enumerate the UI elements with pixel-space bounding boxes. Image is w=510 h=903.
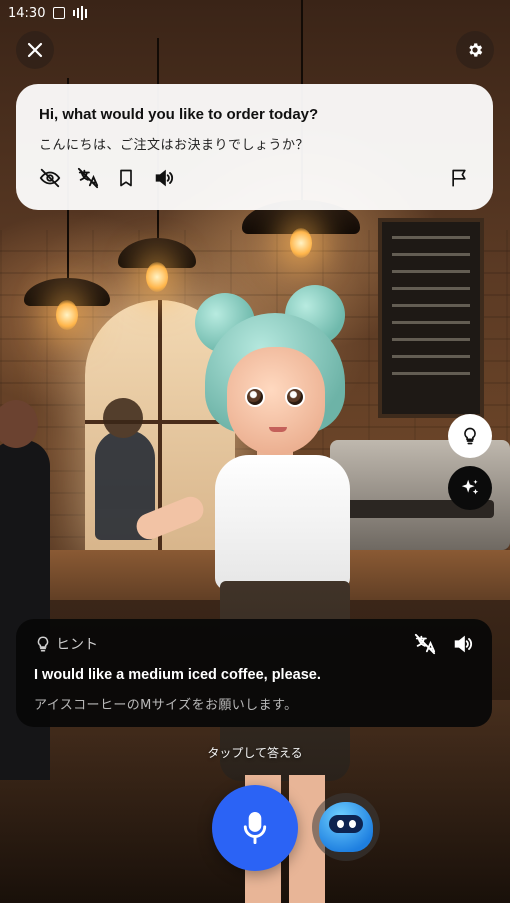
- report-button[interactable]: [447, 166, 471, 190]
- status-bar: 14:30: [0, 0, 510, 26]
- speaker-icon: [155, 169, 174, 187]
- question-english: Hi, what would you like to order today?: [39, 106, 319, 123]
- hint-label: ヒント: [56, 637, 98, 653]
- mic-button[interactable]: [212, 785, 298, 871]
- speaker-icon: [454, 635, 473, 653]
- translate-off-icon: [77, 167, 99, 189]
- signal-icon: [73, 6, 88, 20]
- status-time: 14:30: [8, 5, 46, 21]
- lightbulb-icon: [37, 636, 49, 652]
- mascot-icon: [319, 802, 373, 852]
- close-icon: [27, 42, 43, 58]
- mascot-button[interactable]: [312, 793, 380, 861]
- question-toolbar: [38, 166, 471, 190]
- play-audio-button[interactable]: [152, 166, 176, 190]
- hint-button[interactable]: [448, 414, 492, 458]
- bookmark-icon: [120, 169, 132, 187]
- bookmark-button[interactable]: [114, 166, 138, 190]
- hint-card: ヒント I would like a medium iced coffee, p…: [16, 619, 492, 727]
- hint-japanese: アイスコーヒーのMサイズをお願いします。: [34, 698, 298, 713]
- mic-icon: [243, 811, 267, 845]
- hide-text-button[interactable]: [38, 166, 62, 190]
- notification-icon: [53, 7, 66, 19]
- hint-english: I would like a medium iced coffee, pleas…: [34, 667, 321, 683]
- flag-icon: [452, 169, 466, 187]
- question-japanese: こんにちは、ご注文はお決まりでしょうか？: [39, 138, 310, 153]
- pendant-lamp: [24, 78, 110, 330]
- close-button[interactable]: [16, 31, 54, 69]
- sparkle-icon: [461, 479, 479, 495]
- settings-button[interactable]: [456, 31, 494, 69]
- hint-translation-toggle[interactable]: [414, 633, 436, 655]
- background-customer: [0, 400, 50, 780]
- menu-board: [378, 218, 484, 418]
- ai-assist-button[interactable]: [448, 466, 492, 510]
- translate-off-icon: [414, 633, 436, 655]
- lightbulb-icon: [464, 427, 476, 445]
- translation-toggle-button[interactable]: [76, 166, 100, 190]
- question-card: Hi, what would you like to order today? …: [16, 84, 493, 210]
- hint-play-audio-button[interactable]: [452, 633, 474, 655]
- tap-to-answer-label: タップして答える: [207, 746, 303, 760]
- pendant-lamp: [118, 38, 196, 292]
- eye-off-icon: [39, 168, 61, 188]
- gear-icon: [469, 43, 483, 57]
